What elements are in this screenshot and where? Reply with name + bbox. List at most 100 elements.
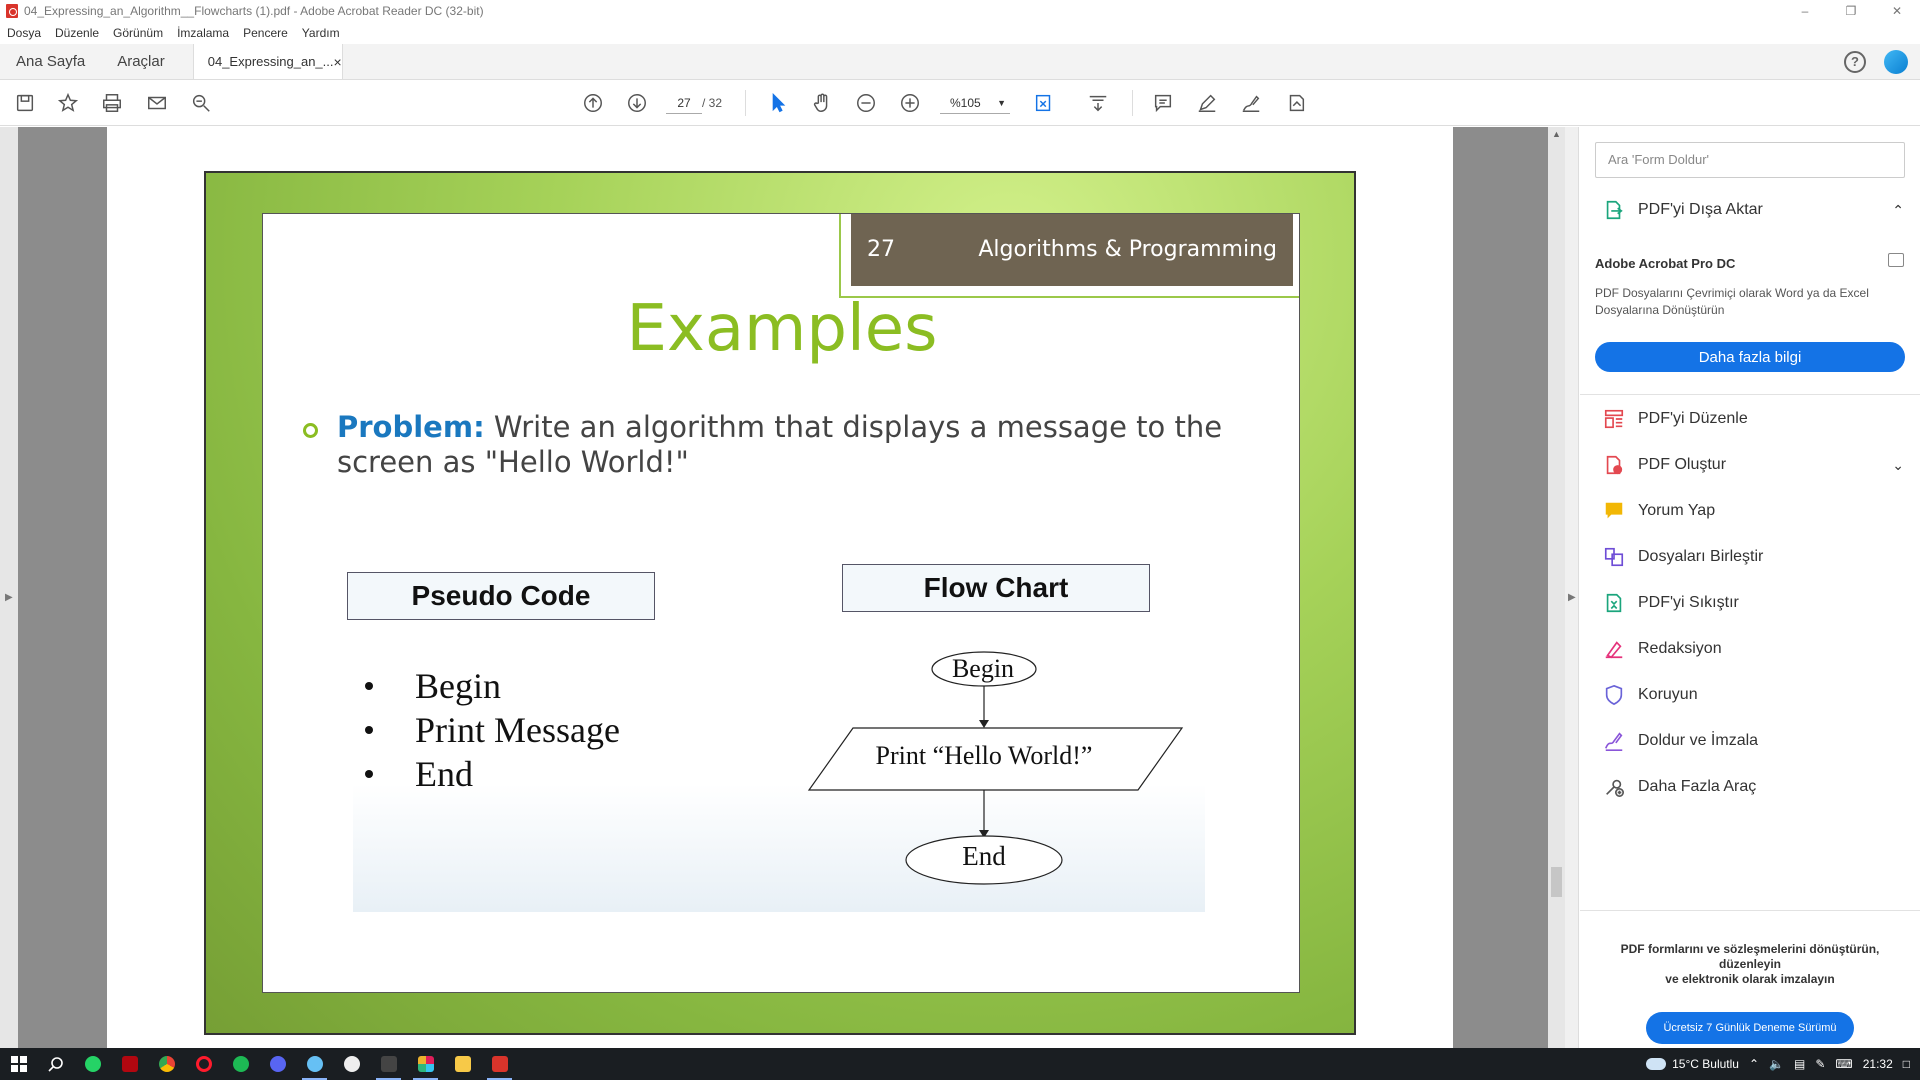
email-icon[interactable] [145,91,169,115]
scrollbar-thumb[interactable] [1551,867,1562,897]
tool-item-protect[interactable]: Koruyun [1602,683,1698,707]
bookmark-star-icon[interactable] [56,91,80,115]
tool-label: PDF'yi Sıkıştır [1638,594,1739,611]
help-icon[interactable]: ? [1844,50,1866,73]
tool-item-compress[interactable]: PDF'yi Sıkıştır [1602,591,1739,615]
netflix-icon[interactable] [111,1048,148,1080]
tab-tools[interactable]: Araçlar [101,44,181,79]
fit-page-icon[interactable] [1032,91,1056,115]
pro-description: PDF Dosyalarını Çevrimiçi olarak Word ya… [1595,286,1869,317]
close-window-icon[interactable]: ✕ [1874,0,1920,22]
begin-text: Begin [951,654,1015,683]
whatsapp-icon[interactable] [74,1048,111,1080]
zoom-out-icon[interactable] [854,91,878,115]
tool-label: Redaksiyon [1638,640,1722,657]
tool-item-edit-pdf[interactable]: PDF'yi Düzenle [1602,407,1748,431]
windows-start-icon[interactable] [0,1048,37,1080]
slide-header: 27 Algorithms & Programming [839,214,1299,298]
select-cursor-icon[interactable] [766,91,790,115]
toolbar-divider [745,90,746,116]
minimize-icon[interactable]: – [1782,0,1828,22]
acrobat-icon[interactable] [481,1048,518,1080]
menu-window[interactable]: Pencere [243,26,288,40]
problem-keyword: Problem: [337,410,485,444]
title-bar: 04_Expressing_an_Algorithm__Flowcharts (… [0,0,1920,22]
sign-icon[interactable] [1239,91,1263,115]
clock-app-icon[interactable] [333,1048,370,1080]
terminal-icon[interactable] [370,1048,407,1080]
scroll-up-icon[interactable]: ▲ [1552,129,1561,139]
menu-sign[interactable]: İmzalama [177,26,229,40]
file-explorer-icon[interactable] [444,1048,481,1080]
tab-home[interactable]: Ana Sayfa [0,44,101,79]
export-pdf-item[interactable]: PDF'yi Dışa Aktar [1602,198,1920,222]
chevron-up-icon[interactable]: ⌃ [1749,1057,1759,1071]
document-viewport[interactable]: ▶ Examples Problem: Write an algorithm t… [0,127,1565,1048]
opera-icon[interactable] [185,1048,222,1080]
slack-icon[interactable] [407,1048,444,1080]
tool-label: PDF Oluştur [1638,456,1727,473]
zoom-search-icon[interactable] [189,91,213,115]
free-trial-button[interactable]: Ücretsiz 7 Günlük Deneme Sürümü [1646,1012,1854,1044]
toolbar-divider [1132,90,1133,116]
tab-document[interactable]: 04_Expressing_an_... × [192,44,343,79]
weather-widget[interactable]: 15°C Bulutlu [1646,1057,1739,1071]
pen-icon[interactable]: ✎ [1815,1057,1825,1071]
search-icon[interactable] [37,1048,74,1080]
network-icon[interactable]: ▤ [1794,1057,1805,1071]
page-number-input[interactable]: 27 [666,92,702,114]
slide-number: 27 [867,236,895,262]
menu-file[interactable]: Dosya [7,26,41,40]
left-nav-pane-toggle[interactable]: ▶ [0,127,18,1048]
volume-icon[interactable]: 🔈 [1769,1057,1784,1071]
scroll-mode-icon[interactable] [1086,91,1110,115]
keyboard-icon[interactable]: ⌨ [1835,1057,1852,1071]
vertical-scrollbar[interactable]: ▲ [1548,127,1565,1048]
chevron-down-icon[interactable]: ⌄ [1892,457,1904,474]
close-tab-icon[interactable]: × [334,54,342,70]
pdf-page: Examples Problem: Write an algorithm tha… [107,127,1453,1048]
list-item: Begin [365,664,620,708]
arrowhead [979,720,989,728]
avatar[interactable] [1884,49,1908,74]
tool-item-create-pdf[interactable]: PDF Oluştur [1602,453,1920,477]
zoom-in-icon[interactable] [898,91,922,115]
menu-edit[interactable]: Düzenle [55,26,99,40]
page-total: / 32 [702,96,723,110]
pseudo-step: Begin [415,666,501,706]
steam-icon[interactable] [296,1048,333,1080]
print-icon[interactable] [100,91,124,115]
bullet-icon [365,770,373,778]
tool-item-comment[interactable]: Yorum Yap [1602,499,1715,523]
clock-time[interactable]: 21:32 [1863,1057,1893,1071]
right-pane-toggle[interactable]: ▶ [1565,127,1579,1048]
spotify-icon[interactable] [222,1048,259,1080]
learn-more-button[interactable]: Daha fazla bilgi [1595,342,1905,372]
copy-icon[interactable] [1888,253,1904,267]
chrome-icon[interactable] [148,1048,185,1080]
promo-line: PDF formlarını ve sözleşmelerini dönüştü… [1620,942,1880,971]
chevron-up-icon[interactable]: ⌃ [1892,202,1904,219]
collapse-right-icon: ▶ [1568,592,1576,603]
menu-view[interactable]: Görünüm [113,26,163,40]
notification-icon[interactable]: □ [1903,1057,1910,1071]
previous-page-icon[interactable] [581,91,605,115]
bullet-ring-icon [303,423,318,438]
menu-help[interactable]: Yardım [302,26,340,40]
comment-icon[interactable] [1151,91,1175,115]
tool-item-more-tools[interactable]: Daha Fazla Araç [1602,775,1756,799]
tool-item-redact[interactable]: Redaksiyon [1602,637,1722,661]
tool-item-fill-sign[interactable]: Doldur ve İmzala [1602,729,1758,753]
share-edit-icon[interactable] [1284,91,1308,115]
discord-icon[interactable] [259,1048,296,1080]
tool-item-combine[interactable]: Dosyaları Birleştir [1602,545,1763,569]
tools-search-input[interactable]: Ara 'Form Doldur' [1595,142,1905,178]
maximize-icon[interactable]: ❐ [1828,0,1874,22]
next-page-icon[interactable] [625,91,649,115]
zoom-level-select[interactable]: %105 ▼ [940,92,1010,114]
highlight-pen-icon[interactable] [1195,91,1219,115]
save-icon[interactable] [13,91,37,115]
fill-sign-icon [1602,729,1626,753]
promo-text: PDF formlarını ve sözleşmelerini dönüştü… [1600,942,1900,987]
hand-tool-icon[interactable] [810,91,834,115]
